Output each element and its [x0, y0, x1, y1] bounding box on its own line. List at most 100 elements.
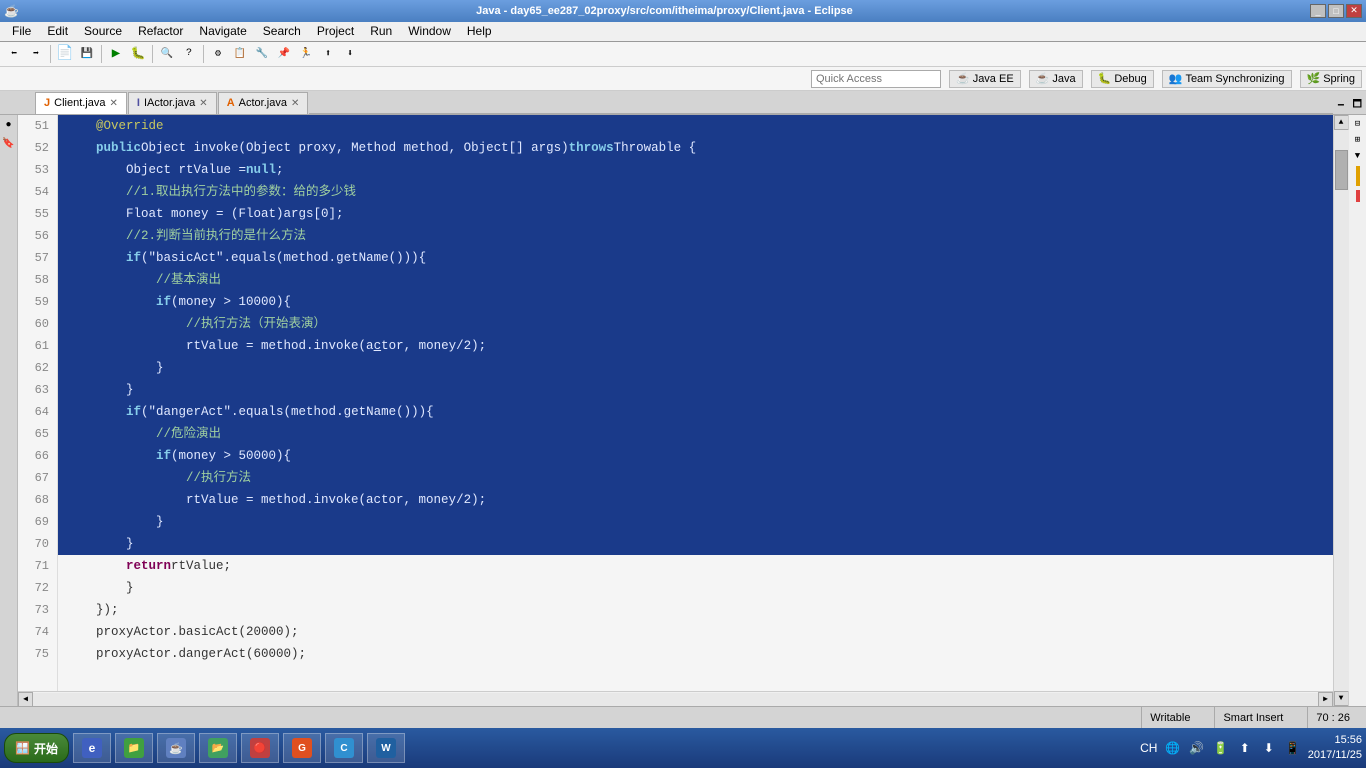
perspective-java[interactable]: ☕ Java: [1029, 70, 1083, 88]
code-line-57: if("basicAct".equals(method.getName())){: [58, 247, 1333, 269]
spring-icon: 🌿: [1307, 72, 1321, 85]
taskbar-app-g[interactable]: G: [283, 733, 321, 763]
taskbar-app-fm[interactable]: 📁: [115, 733, 153, 763]
tab-maximize-button[interactable]: 🗖: [1349, 97, 1366, 114]
tray-lang[interactable]: CH: [1140, 739, 1158, 757]
system-clock[interactable]: 15:56 2017/11/25: [1308, 733, 1362, 764]
horizontal-scrollbar[interactable]: ◀ ▶: [18, 691, 1333, 706]
code-line-73: });: [58, 599, 1333, 621]
annotation-nav-icon[interactable]: ▼: [1351, 149, 1365, 163]
tray-battery[interactable]: 🔋: [1212, 739, 1230, 757]
toolbar-btn-3[interactable]: 🔧: [252, 44, 272, 64]
toolbar-btn-7[interactable]: ⬇: [340, 44, 360, 64]
menu-navigate[interactable]: Navigate: [191, 22, 254, 40]
code-area[interactable]: 51 52 53 54 55 56 57 58 59 60 61 62 63 6…: [18, 115, 1333, 691]
back-button[interactable]: ⬅: [4, 44, 24, 64]
menu-file[interactable]: File: [4, 22, 39, 40]
close-button[interactable]: ✕: [1346, 4, 1362, 18]
tray-network[interactable]: 🌐: [1164, 739, 1182, 757]
toolbar-btn-4[interactable]: 📌: [274, 44, 294, 64]
java-icon: ☕: [1036, 72, 1050, 85]
taskbar-app-eclipse[interactable]: e: [73, 733, 111, 763]
help-button[interactable]: ?: [179, 44, 199, 64]
vertical-scrollbar[interactable]: ▲ ▼: [1333, 115, 1348, 706]
toolbar-btn-5[interactable]: 🏃: [296, 44, 316, 64]
fold-icon[interactable]: ⊟: [1351, 117, 1365, 131]
menu-edit[interactable]: Edit: [39, 22, 76, 40]
close-client-java[interactable]: ✕: [109, 98, 117, 109]
scroll-left-button[interactable]: ◀: [18, 692, 33, 707]
code-line-71: return rtValue;: [58, 555, 1333, 577]
maximize-button[interactable]: □: [1328, 4, 1344, 18]
main-layout: ● 🔖 51 52 53 54 55 56 57 58: [0, 115, 1366, 706]
code-line-52: public Object invoke(Object proxy, Metho…: [58, 137, 1333, 159]
appc-taskbar-icon: C: [334, 738, 354, 758]
vscroll-track[interactable]: [1334, 130, 1349, 691]
new-button[interactable]: 📄: [55, 44, 75, 64]
forward-button[interactable]: ➡: [26, 44, 46, 64]
expand-icon[interactable]: ⊞: [1351, 133, 1365, 147]
app4-taskbar-icon: 🔴: [250, 738, 270, 758]
perspective-team-sync[interactable]: 👥 Team Synchronizing: [1162, 70, 1292, 88]
actor-label: Actor.java: [239, 97, 287, 109]
cursor-position-status: 70 : 26: [1307, 707, 1358, 728]
actor-icon: A: [227, 97, 235, 109]
taskbar-app-c[interactable]: C: [325, 733, 363, 763]
taskbar-app-4[interactable]: 🔴: [241, 733, 279, 763]
taskbar-app-3[interactable]: 📂: [199, 733, 237, 763]
bookmark-icon: 🔖: [1, 136, 17, 152]
tab-iactor-java[interactable]: I IActor.java ✕: [128, 92, 217, 114]
eclipse-taskbar-icon: e: [82, 738, 102, 758]
app: ☕ Java - day65_ee287_02proxy/src/com/ith…: [0, 0, 1366, 768]
toolbar-separator-2: [101, 45, 102, 63]
annotation-icon-2: [1356, 190, 1360, 202]
tray-up[interactable]: ⬆: [1236, 739, 1254, 757]
menu-project[interactable]: Project: [309, 22, 362, 40]
code-content[interactable]: @Override public Object invoke(Object pr…: [58, 115, 1333, 691]
vscroll-thumb[interactable]: [1335, 150, 1348, 190]
tray-apps[interactable]: 📱: [1284, 739, 1302, 757]
toolbar-btn-6[interactable]: ⬆: [318, 44, 338, 64]
perspective-debug[interactable]: 🐛 Debug: [1091, 70, 1154, 88]
menu-help[interactable]: Help: [459, 22, 500, 40]
tab-actor-java[interactable]: A Actor.java ✕: [218, 92, 309, 114]
menu-search[interactable]: Search: [255, 22, 309, 40]
minimize-button[interactable]: _: [1310, 4, 1326, 18]
tab-minimize-button[interactable]: 🗕: [1333, 97, 1348, 114]
close-iactor-java[interactable]: ✕: [199, 98, 207, 109]
toolbar-btn-1[interactable]: ⚙: [208, 44, 228, 64]
run-button[interactable]: ▶: [106, 44, 126, 64]
perspective-java-ee[interactable]: ☕ Java EE: [949, 70, 1021, 88]
hscroll-track[interactable]: [33, 693, 1318, 706]
close-actor-java[interactable]: ✕: [291, 98, 299, 109]
quick-access-input[interactable]: [811, 70, 941, 88]
scroll-right-button[interactable]: ▶: [1318, 692, 1333, 707]
perspective-spring[interactable]: 🌿 Spring: [1300, 70, 1363, 88]
menu-source[interactable]: Source: [76, 22, 130, 40]
taskbar-app-w[interactable]: W: [367, 733, 405, 763]
start-button[interactable]: 🪟 开始: [4, 733, 69, 763]
code-line-67: //执行方法: [58, 467, 1333, 489]
scroll-down-button[interactable]: ▼: [1334, 691, 1349, 706]
search-button[interactable]: 🔍: [157, 44, 177, 64]
toolbar: ⬅ ➡ 📄 💾 ▶ 🐛 🔍 ? ⚙ 📋 🔧 📌 🏃 ⬆ ⬇: [0, 42, 1366, 68]
debug-label: Debug: [1114, 73, 1146, 85]
client-java-label: Client.java: [54, 97, 105, 109]
tray-down[interactable]: ⬇: [1260, 739, 1278, 757]
spring-label: Spring: [1323, 73, 1355, 85]
tab-client-java[interactable]: J Client.java ✕: [35, 92, 127, 114]
toolbar-btn-2[interactable]: 📋: [230, 44, 250, 64]
scroll-up-button[interactable]: ▲: [1334, 115, 1349, 130]
annotation-icon-1: [1356, 166, 1360, 186]
menu-window[interactable]: Window: [400, 22, 459, 40]
taskbar-app-java[interactable]: ☕: [157, 733, 195, 763]
menu-run[interactable]: Run: [362, 22, 400, 40]
code-line-75: proxyActor.dangerAct(60000);: [58, 643, 1333, 665]
debug-icon: 🐛: [1098, 72, 1112, 85]
app3-taskbar-icon: 📂: [208, 738, 228, 758]
save-button[interactable]: 💾: [77, 44, 97, 64]
start-label: 开始: [34, 740, 58, 757]
menu-refactor[interactable]: Refactor: [130, 22, 191, 40]
tray-volume[interactable]: 🔊: [1188, 739, 1206, 757]
debug-button[interactable]: 🐛: [128, 44, 148, 64]
